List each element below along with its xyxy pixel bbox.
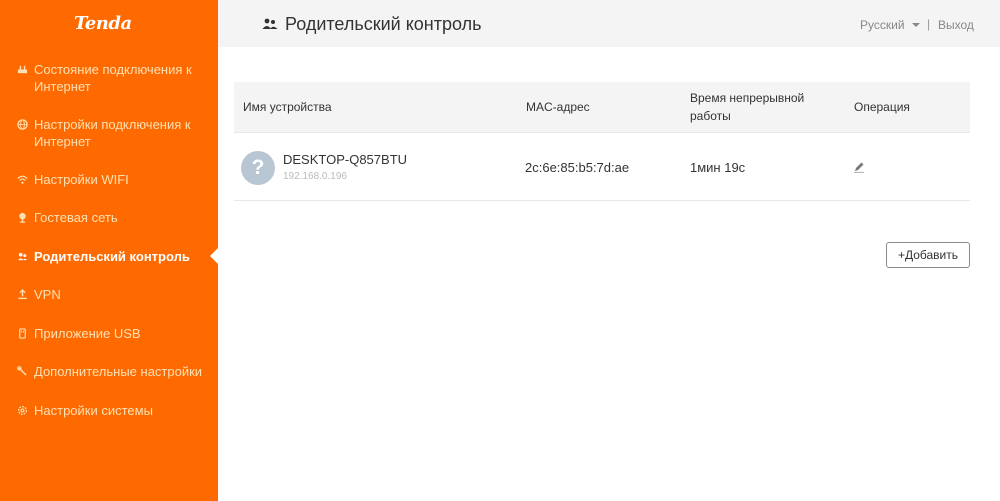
column-header-mac: MAC-адрес [526, 100, 590, 114]
header: Родительский контроль Русский | Выход [218, 0, 1000, 47]
language-label: Русский [860, 18, 905, 32]
device-mac: 2c:6e:85:b5:7d:ae [525, 160, 630, 175]
header-separator: | [927, 17, 931, 31]
sidebar-item-wifi[interactable]: Настройки WIFI [16, 171, 206, 188]
sidebar: Tenda Состояние подключения к Интернет Н… [0, 0, 219, 501]
column-header-device-name: Имя устройства [243, 100, 332, 114]
logout-link[interactable]: Выход [938, 18, 974, 32]
table-header: Имя устройства MAC-адрес Время непрерывн… [234, 82, 970, 133]
sidebar-item-label: Гостевая сеть [34, 210, 118, 225]
sidebar-item-usb[interactable]: Приложение USB [16, 325, 206, 342]
sidebar-item-internet-settings[interactable]: Настройки подключения к Интернет [16, 116, 206, 150]
sidebar-item-label: Дополнительные настройки [34, 364, 203, 379]
sidebar-item-vpn[interactable]: VPN [16, 286, 206, 303]
sidebar-item-label: Настройки WIFI [34, 172, 129, 187]
unknown-device-icon: ? [241, 151, 275, 185]
parental-control-icon [262, 17, 278, 29]
wifi-icon [16, 173, 28, 185]
column-header-operation: Операция [854, 100, 910, 114]
tools-icon [16, 365, 28, 377]
sidebar-item-label: VPN [34, 287, 61, 302]
sidebar-item-label: Настройки системы [34, 403, 153, 418]
vpn-icon [16, 288, 28, 300]
sidebar-item-advanced-settings[interactable]: Дополнительные настройки [16, 363, 206, 380]
sidebar-item-internet-status[interactable]: Состояние подключения к Интернет [16, 61, 206, 95]
gear-icon [16, 404, 28, 416]
parental-control-icon [16, 250, 28, 262]
usb-icon [16, 327, 28, 339]
sidebar-item-label: Состояние подключения к Интернет [34, 62, 192, 94]
table-row: ? DESKTOP-Q857BTU 192.168.0.196 2c:6e:85… [234, 133, 970, 201]
globe-icon [16, 118, 28, 130]
edit-pencil-icon[interactable] [853, 160, 865, 173]
sidebar-item-parental-control[interactable]: Родительский контроль [16, 248, 206, 265]
sidebar-item-guest-network[interactable]: Гостевая сеть [16, 209, 206, 226]
device-uptime: 1мин 19с [690, 160, 746, 175]
language-select[interactable]: Русский [860, 18, 920, 32]
active-item-pointer [210, 247, 219, 265]
column-header-uptime: Время непрерывной работы [690, 91, 805, 123]
device-ip: 192.168.0.196 [283, 171, 347, 182]
tenda-logo: Tenda [74, 13, 132, 34]
chevron-down-icon [911, 23, 920, 27]
sidebar-item-label: Приложение USB [34, 326, 141, 341]
guest-network-icon [16, 211, 28, 223]
page-title: Родительский контроль [285, 14, 482, 34]
sidebar-item-label: Родительский контроль [34, 249, 190, 264]
add-button[interactable]: +Добавить [886, 242, 970, 268]
sidebar-item-label: Настройки подключения к Интернет [34, 117, 191, 149]
device-name: DESKTOP-Q857BTU [283, 152, 408, 167]
sidebar-item-system-settings[interactable]: Настройки системы [16, 402, 206, 419]
devices-table: Имя устройства MAC-адрес Время непрерывн… [234, 82, 970, 201]
router-status-icon [16, 63, 28, 75]
